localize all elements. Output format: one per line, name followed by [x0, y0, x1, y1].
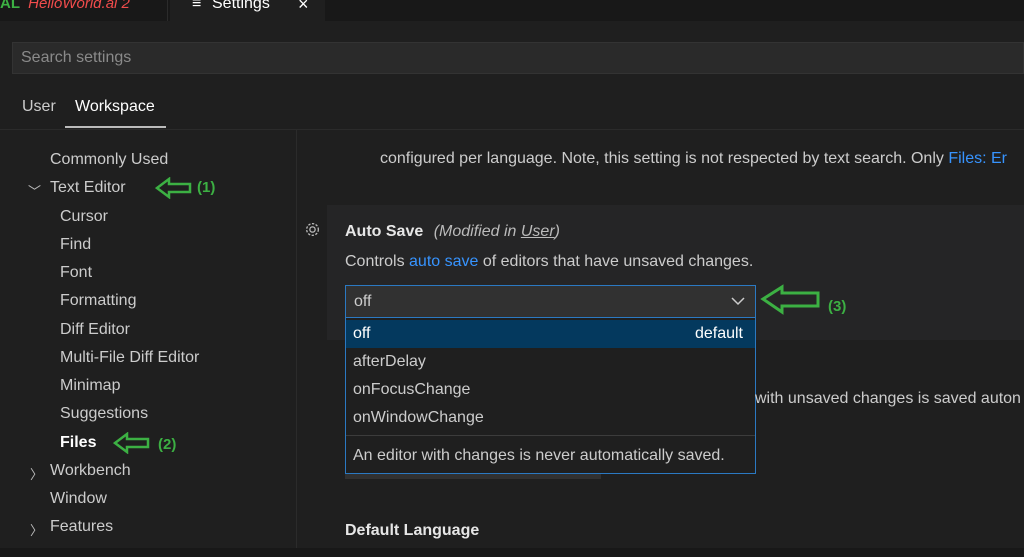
modified-in-user-link[interactable]: User [521, 223, 555, 240]
annotation-arrow-icon [760, 284, 820, 315]
annotation-label: (3) [828, 298, 847, 315]
option-onfocuschange[interactable]: onFocusChange [346, 376, 755, 404]
default-language-title: Default Language [345, 522, 480, 539]
gear-icon[interactable] [304, 221, 321, 238]
tab-user[interactable]: User [22, 98, 56, 116]
sidebar-item-multi-file-diff-editor[interactable]: Multi-File Diff Editor [60, 349, 199, 367]
active-tab-indicator [65, 126, 166, 128]
option-afterdelay[interactable]: afterDelay [346, 348, 755, 376]
next-setting-description: with unsaved changes is saved auton [755, 390, 1021, 407]
auto-save-dropdown: off default afterDelay onFocusChange onWi… [345, 318, 756, 474]
tab-label: HelloWorld.al 2 [28, 0, 130, 12]
sidebar-item-diff-editor[interactable]: Diff Editor [60, 321, 130, 339]
auto-save-select[interactable]: off [345, 285, 756, 318]
settings-toc [0, 130, 297, 550]
previous-setting-description: configured per language. Note, this sett… [380, 150, 1007, 167]
tab-settings[interactable]: ≡ Settings × [170, 0, 325, 21]
sidebar-item-files[interactable]: Files [60, 434, 96, 452]
sidebar-item-workbench[interactable]: Workbench [50, 462, 131, 480]
input-behind [345, 474, 601, 479]
sidebar-item-features[interactable]: Features [50, 518, 113, 536]
chevron-down-icon [731, 297, 745, 306]
chevron-down-icon[interactable]: ﹀ [28, 181, 41, 200]
sidebar-item-formatting[interactable]: Formatting [60, 292, 136, 310]
option-onwindowchange[interactable]: onWindowChange [346, 404, 755, 432]
chevron-right-icon[interactable]: 〉 [30, 464, 43, 483]
sidebar-item-commonly-used[interactable]: Commonly Used [50, 151, 168, 169]
tab-label: Settings [212, 0, 270, 12]
annotation-label: (2) [158, 436, 177, 453]
sidebar-item-suggestions[interactable]: Suggestions [60, 405, 148, 423]
close-icon[interactable]: × [298, 0, 309, 13]
setting-link[interactable]: Files: Er [948, 150, 1007, 167]
option-off[interactable]: off default [346, 320, 755, 348]
search-settings-input[interactable]: Search settings [12, 42, 1024, 74]
annotation-arrow-icon [155, 177, 192, 199]
sidebar-item-window[interactable]: Window [50, 490, 107, 508]
settings-lines-icon: ≡ [192, 0, 202, 12]
divider [346, 435, 755, 436]
sidebar-item-text-editor[interactable]: Text Editor [50, 179, 126, 197]
setting-title: Auto Save (Modified in User) [345, 223, 560, 240]
chevron-right-icon[interactable]: 〉 [30, 520, 43, 539]
tab-workspace[interactable]: Workspace [75, 98, 155, 116]
annotation-label: (1) [197, 179, 216, 196]
sidebar-item-font[interactable]: Font [60, 264, 92, 282]
sidebar-item-find[interactable]: Find [60, 236, 91, 254]
bottom-bar [0, 548, 1024, 557]
sidebar-item-minimap[interactable]: Minimap [60, 377, 120, 395]
setting-description: Controls auto save of editors that have … [345, 253, 754, 270]
tab-helloworld[interactable]: AL HelloWorld.al 2 [0, 0, 168, 21]
annotation-arrow-icon [113, 432, 150, 454]
option-description: An editor with changes is never automati… [353, 447, 725, 464]
al-file-icon: AL [0, 0, 20, 12]
auto-save-link[interactable]: auto save [409, 253, 478, 270]
sidebar-item-cursor[interactable]: Cursor [60, 208, 108, 226]
